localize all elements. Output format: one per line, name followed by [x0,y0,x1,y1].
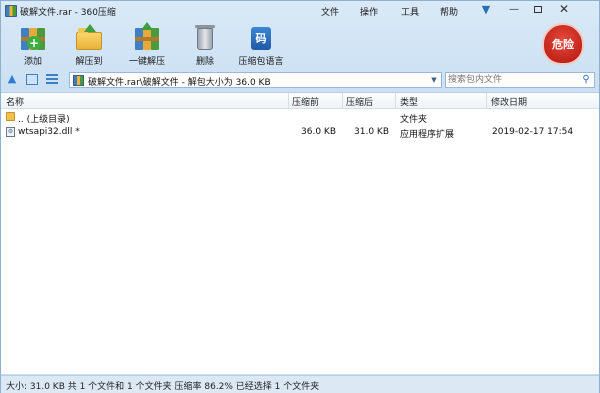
archive-language-button[interactable]: 码 压缩包语言 [231,21,291,68]
dll-file-icon: ⚙ [6,127,15,137]
extract-to-label: 解压到 [75,57,103,67]
status-bar: 大小: 31.0 KB 共 1 个文件和 1 个文件夹 压缩率 86.2% 已经… [1,375,599,393]
file-list: 名称 压缩前 压缩后 类型 修改日期 .. (上级目录) 文件夹 ⚙ wtsap… [1,92,599,374]
path-field[interactable]: 破解文件.rar\破解文件 - 解包大小为 36.0 KB ▼ [69,72,442,88]
list-view-icon[interactable] [46,74,58,85]
archive-window: 破解文件.rar - 360压缩 文件 操作 工具 帮助 ▼ — ✕ + 添加 … [0,0,600,393]
one-click-extract-button[interactable]: 一键解压 [117,21,177,68]
delete-label: 删除 [195,57,214,67]
up-arrow-icon [84,24,96,32]
minimize-button[interactable]: — [507,4,521,16]
table-row[interactable]: .. (上级目录) 文件夹 [1,110,599,125]
title-bar: 破解文件.rar - 360压缩 文件 操作 工具 帮助 ▼ — ✕ [1,1,599,21]
trash-icon [190,24,220,52]
up-level-arrow-icon[interactable]: ▲ [6,73,18,85]
file-type: 应用程序扩展 [400,130,455,140]
menu-operate[interactable]: 操作 [360,5,378,18]
file-name: wtsapi32.dll * [18,127,80,137]
column-divider[interactable] [486,93,487,109]
file-size-after: 31.0 KB [354,127,389,137]
column-after[interactable]: 压缩后 [346,95,373,108]
one-click-extract-icon [132,22,162,52]
file-modified: 2019-02-17 17:54 [492,127,574,137]
column-divider[interactable] [342,93,343,109]
chevron-down-icon[interactable]: ▼ [428,74,440,86]
thumbnail-view-icon[interactable] [26,74,38,85]
status-text: 大小: 31.0 KB 共 1 个文件和 1 个文件夹 压缩率 86.2% 已经… [6,382,320,392]
column-divider[interactable] [288,93,289,109]
plus-icon: + [27,36,41,50]
list-header: 名称 压缩前 压缩后 类型 修改日期 [1,93,599,109]
address-bar: ▲ 破解文件.rar\破解文件 - 解包大小为 36.0 KB ▼ ⚲ [1,71,599,89]
archive-icon [73,75,84,86]
maximize-icon [534,6,542,13]
search-icon[interactable]: ⚲ [580,74,592,86]
file-type: 文件夹 [400,115,428,125]
column-divider[interactable] [395,93,396,109]
search-box: ⚲ [445,72,595,88]
extract-arrow-icon [141,22,153,30]
column-modified[interactable]: 修改日期 [491,95,527,108]
add-label: 添加 [23,57,42,67]
search-input[interactable] [448,74,576,86]
file-name: .. (上级目录) [18,115,70,125]
toolbar: + 添加 解压到 一键解压 删除 码 压缩包语言 [1,21,599,68]
window-title: 破解文件.rar - 360压缩 [20,8,116,18]
menu-tools[interactable]: 工具 [401,5,419,18]
app-logo-icon [5,5,17,17]
menu-file[interactable]: 文件 [321,5,339,18]
delete-button[interactable]: 删除 [175,21,235,68]
extract-to-button[interactable]: 解压到 [59,21,119,68]
close-button[interactable]: ✕ [557,3,571,16]
maximize-button[interactable] [531,4,545,16]
add-button[interactable]: + 添加 [3,21,63,68]
danger-shield-badge[interactable]: 危险 [542,23,584,65]
folder-icon [6,112,15,121]
column-before[interactable]: 压缩前 [292,95,319,108]
menu-help[interactable]: 帮助 [440,5,458,18]
archive-language-icon: 码 [246,24,276,52]
column-name[interactable]: 名称 [6,95,24,108]
table-row[interactable]: ⚙ wtsapi32.dll * 36.0 KB 31.0 KB 应用程序扩展 … [1,125,599,140]
add-archive-icon: + [18,24,48,52]
path-text: 破解文件.rar\破解文件 - 解包大小为 36.0 KB [88,78,271,88]
file-size-before: 36.0 KB [301,127,336,137]
skin-tshirt-icon[interactable]: ▼ [479,4,493,16]
archive-language-label: 压缩包语言 [238,57,284,67]
one-click-extract-label: 一键解压 [128,57,165,67]
extract-folder-icon [74,24,104,52]
column-type[interactable]: 类型 [400,95,418,108]
